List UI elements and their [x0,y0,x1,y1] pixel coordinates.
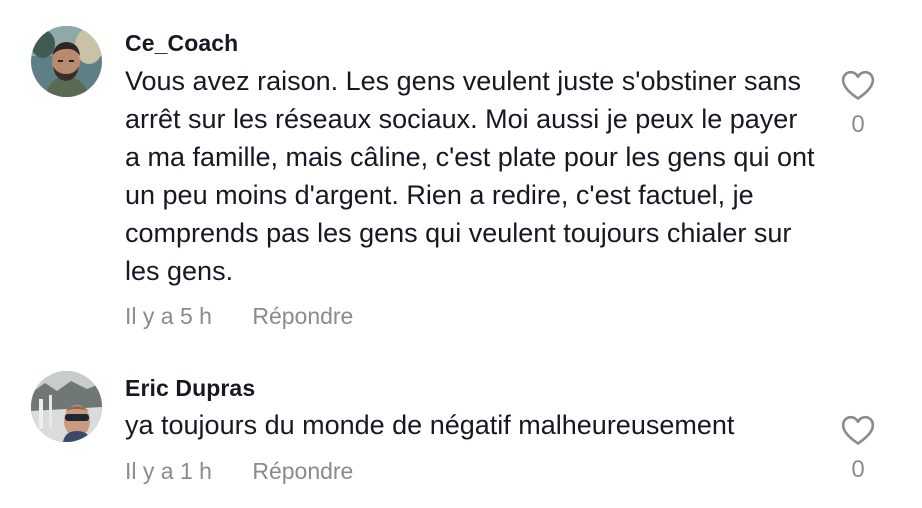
comment-text: Vous avez raison. Les gens veulent juste… [125,66,815,286]
like-button[interactable]: 0 [838,415,878,484]
avatar[interactable] [31,371,102,442]
user-avatar-image [31,26,102,97]
user-avatar-image [31,371,102,442]
avatar[interactable] [31,26,102,97]
comment-username[interactable]: Ce_Coach [125,30,238,57]
like-count: 0 [851,111,865,138]
comment-username[interactable]: Eric Dupras [125,375,255,402]
comment-timestamp: Il y a 5 h [125,303,212,329]
comment-text: ya toujours du monde de négatif malheure… [125,410,735,440]
comment-timestamp: Il y a 1 h [125,458,212,484]
comment-item: Eric Dupras ya toujours du monde de néga… [0,350,922,508]
comment-item: Ce_Coach Vous avez raison. Les gens veul… [0,0,922,350]
reply-button[interactable]: Répondre [252,458,353,485]
reply-button[interactable]: Répondre [252,303,353,330]
like-count: 0 [851,456,865,483]
comment-meta: Il y a 5 h Répondre [125,303,353,330]
heart-outline-icon [841,415,875,445]
like-button[interactable]: 0 [838,70,878,139]
comment-meta: Il y a 1 h Répondre [125,458,353,485]
heart-outline-icon [841,70,875,100]
